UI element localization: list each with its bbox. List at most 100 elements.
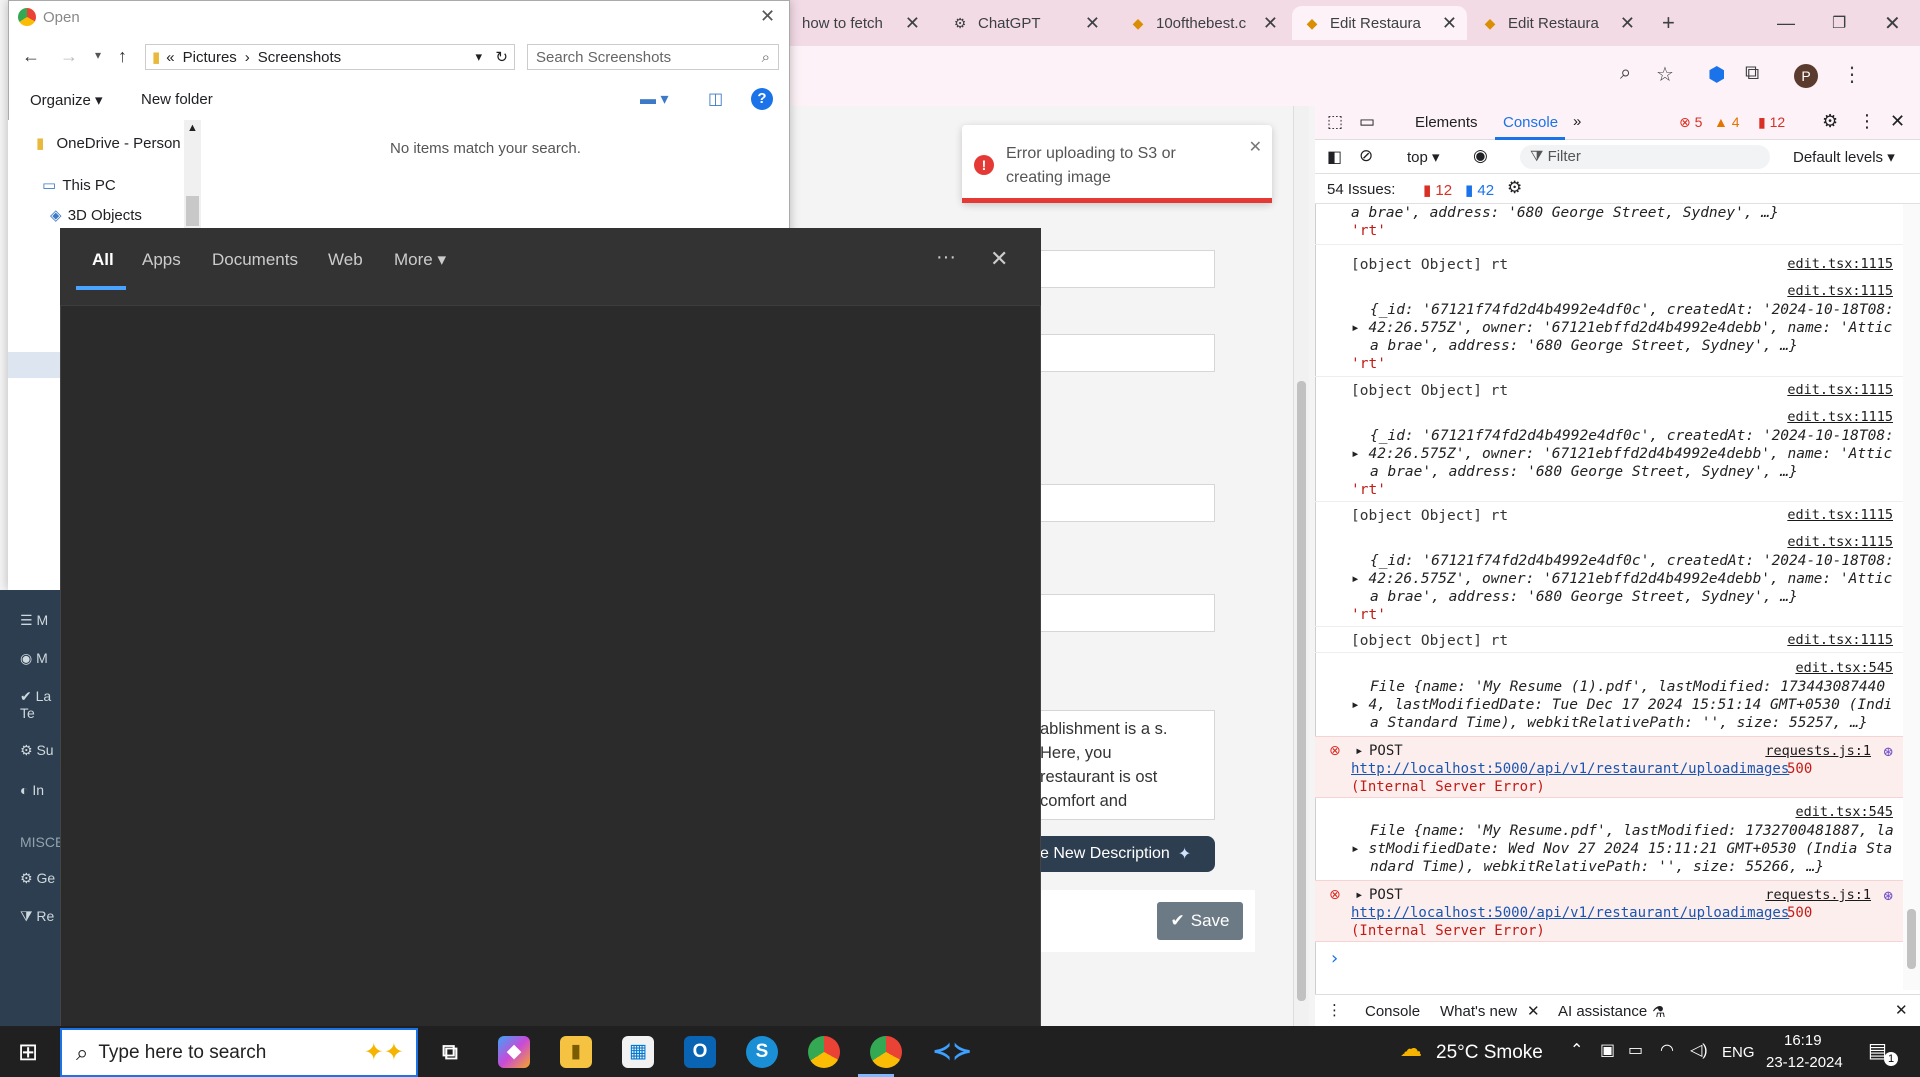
settings-gear-icon[interactable]: ⚙ — [1822, 111, 1838, 132]
source-link[interactable]: requests.js:1 — [1765, 743, 1871, 759]
dialog-search-input[interactable]: Search Screenshots ⌕ — [527, 44, 779, 70]
browser-tab[interactable]: ◆ Edit Restaura ✕ — [1470, 6, 1645, 40]
context-select[interactable]: top ▾ — [1407, 148, 1440, 166]
expand-triangle-icon[interactable]: ▸ — [1351, 320, 1360, 336]
skype-icon[interactable]: S — [746, 1036, 778, 1068]
file-explorer-icon[interactable]: ▮ — [560, 1036, 592, 1068]
task-view-icon[interactable]: ⧉ — [434, 1036, 466, 1068]
breadcrumb-screenshots[interactable]: Screenshots — [258, 49, 341, 66]
inspect-icon[interactable]: ⬚ — [1327, 112, 1343, 132]
close-icon[interactable]: ✕ — [760, 6, 775, 27]
device-toggle-icon[interactable]: ▭ — [1359, 112, 1375, 132]
store-icon[interactable]: ▦ — [622, 1036, 654, 1068]
clear-console-icon[interactable]: ⊘ — [1359, 146, 1373, 166]
form-input[interactable] — [1040, 484, 1215, 522]
sidebar-item[interactable]: ⚙ Su — [20, 742, 54, 759]
eye-icon[interactable]: ◉ — [1473, 146, 1488, 166]
browser-tab[interactable]: ⚙ ChatGPT ✕ — [940, 6, 1110, 40]
issues-badge[interactable]: ▮ 12 — [1758, 114, 1785, 131]
close-icon[interactable]: ✕ — [1263, 13, 1278, 34]
expand-triangle-icon[interactable]: ▸ — [1355, 887, 1363, 903]
console-line[interactable]: ▸ 42:26.575Z', owner: '67121ebffd2d4b499… — [1315, 319, 1903, 337]
expand-triangle-icon[interactable]: ▸ — [1351, 841, 1360, 857]
ai-icon[interactable]: ⊛ — [1883, 742, 1893, 761]
puzzle-icon[interactable]: ⧉ — [1745, 62, 1759, 85]
sidebar-item[interactable]: ☰ M — [20, 612, 48, 629]
close-icon[interactable]: ✕ — [1442, 13, 1457, 34]
source-link[interactable]: edit.tsx:1115 — [1787, 256, 1893, 272]
preview-pane-icon[interactable]: ◫ — [708, 89, 723, 109]
chrome-profile-icon[interactable] — [870, 1036, 902, 1068]
more-tabs-icon[interactable]: » — [1573, 113, 1581, 130]
scroll-thumb[interactable] — [1907, 909, 1916, 969]
meet-icon[interactable]: ▣ — [1600, 1040, 1615, 1060]
organize-button[interactable]: Organize ▾ — [30, 91, 103, 109]
page-scrollbar[interactable] — [1293, 106, 1309, 1026]
sidebar-item[interactable]: ◉ M — [20, 650, 48, 667]
form-input[interactable] — [1040, 594, 1215, 632]
minimize-icon[interactable]: — — [1765, 6, 1795, 40]
log-levels-select[interactable]: Default levels ▾ — [1793, 148, 1895, 166]
source-link[interactable]: edit.tsx:1115 — [1787, 632, 1893, 648]
flyout-tab-apps[interactable]: Apps — [142, 250, 181, 270]
windows-start-icon[interactable]: ⊞ — [18, 1038, 38, 1067]
browser-tab[interactable]: ◆ 10ofthebest.c ✕ — [1118, 6, 1288, 40]
close-icon[interactable]: ✕ — [1527, 1002, 1540, 1020]
tab-elements[interactable]: Elements — [1415, 114, 1478, 131]
source-link[interactable]: requests.js:1 — [1765, 887, 1871, 903]
weather-icon[interactable]: ☁ — [1400, 1036, 1422, 1062]
language-indicator[interactable]: ENG — [1722, 1044, 1755, 1061]
chevron-up-icon[interactable]: ⌃ — [1570, 1040, 1583, 1060]
scroll-thumb[interactable] — [1297, 381, 1306, 1001]
weather-text[interactable]: 25°C Smoke — [1436, 1042, 1543, 1064]
drawer-tab-ai[interactable]: AI assistance — [1558, 1003, 1647, 1020]
expand-triangle-icon[interactable]: ▸ — [1351, 446, 1360, 462]
expand-triangle-icon[interactable]: ▸ — [1351, 697, 1360, 713]
kebab-menu-icon[interactable]: ⋮ — [1858, 111, 1876, 132]
sidebar-toggle-icon[interactable]: ◧ — [1327, 147, 1342, 167]
filter-input[interactable]: ⧩ Filter — [1520, 145, 1770, 169]
chevron-up-icon[interactable]: ▲ — [187, 122, 198, 134]
close-icon[interactable]: ✕ — [1890, 111, 1905, 132]
chevron-down-icon[interactable]: ▾ — [95, 48, 101, 62]
clock-time[interactable]: 16:19 — [1784, 1032, 1822, 1049]
bookmark-star-icon[interactable]: ☆ — [1656, 62, 1674, 87]
copilot-icon[interactable]: ◆ — [498, 1036, 530, 1068]
flyout-tab-more[interactable]: More ▾ — [394, 250, 446, 270]
close-icon[interactable]: ✕ — [905, 13, 920, 34]
nav-item-onedrive[interactable]: ▮ OneDrive - Person — [36, 134, 181, 152]
taskbar-search-input[interactable]: ⌕ Type here to search ✦✦ — [60, 1028, 418, 1077]
nav-item-selected[interactable] — [8, 352, 68, 378]
expand-triangle-icon[interactable]: ▸ — [1355, 743, 1363, 759]
forward-arrow-icon[interactable]: → — [60, 46, 78, 67]
console-line[interactable]: ▸ stModifiedDate: Wed Nov 27 2024 15:11:… — [1315, 840, 1903, 858]
wifi-icon[interactable]: ◠ — [1660, 1040, 1674, 1060]
expand-triangle-icon[interactable]: ▸ — [1351, 571, 1360, 587]
form-input[interactable] — [1040, 334, 1215, 372]
source-link[interactable]: edit.tsx:545 — [1795, 660, 1893, 676]
view-icon[interactable]: ▬ ▾ — [640, 89, 668, 109]
more-options-icon[interactable]: ··· — [936, 246, 956, 269]
window-close-icon[interactable]: ✕ — [1872, 6, 1902, 40]
nav-item-3d-objects[interactable]: ◈ 3D Objects — [50, 206, 142, 224]
new-tab-button[interactable]: + — [1650, 6, 1680, 40]
source-link[interactable]: edit.tsx:1115 — [1787, 382, 1893, 398]
console-line[interactable]: ▸ 42:26.575Z', owner: '67121ebffd2d4b499… — [1315, 445, 1903, 463]
chrome-icon[interactable] — [808, 1036, 840, 1068]
sidebar-item[interactable]: ⚙ Ge — [20, 870, 55, 887]
volume-icon[interactable]: ◁) — [1690, 1040, 1708, 1060]
close-icon[interactable]: ✕ — [1895, 1001, 1908, 1019]
source-link[interactable]: edit.tsx:1115 — [1787, 507, 1893, 523]
console-line[interactable]: ▸ 4, lastModifiedDate: Tue Dec 17 2024 1… — [1315, 696, 1903, 714]
breadcrumb-pictures[interactable]: Pictures — [183, 49, 237, 66]
close-icon[interactable]: ✕ — [1085, 13, 1100, 34]
flyout-tab-all[interactable]: All — [92, 250, 114, 270]
menu-icon[interactable]: ⋮ — [1842, 62, 1862, 87]
refresh-icon[interactable]: ↻ — [495, 48, 508, 66]
issues-settings-icon[interactable]: ⚙ — [1507, 178, 1522, 198]
source-link[interactable]: edit.tsx:1115 — [1787, 409, 1893, 425]
issues-info-badge[interactable]: ▮ 42 — [1465, 181, 1494, 199]
profile-avatar[interactable]: P — [1794, 64, 1818, 88]
console-scrollbar[interactable] — [1903, 204, 1920, 990]
battery-icon[interactable]: ▭ — [1628, 1040, 1643, 1060]
